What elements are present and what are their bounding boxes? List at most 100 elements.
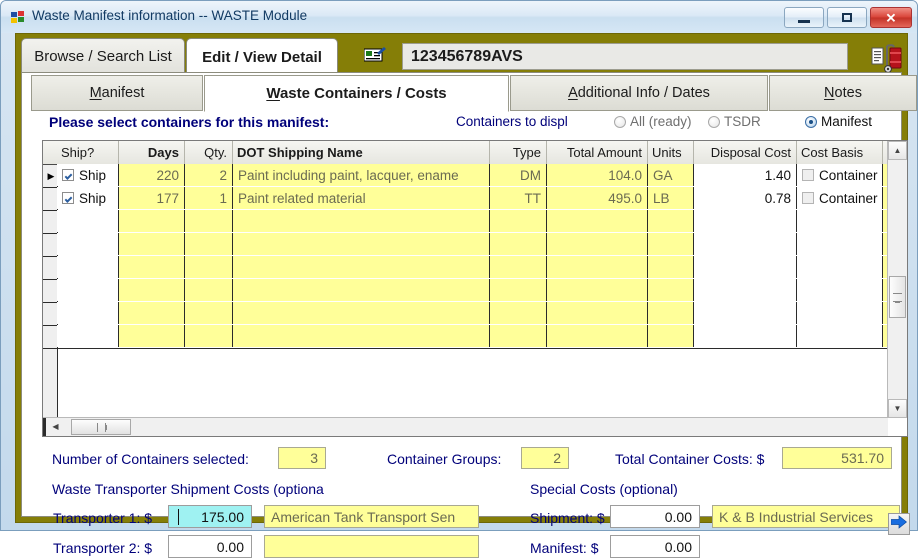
- cell-days[interactable]: [119, 233, 185, 255]
- column-header-cost-basis[interactable]: Cost Basis: [797, 141, 883, 164]
- column-header-units[interactable]: Units: [648, 141, 694, 164]
- cell-dot-shipping-name[interactable]: [233, 256, 490, 278]
- cell-qty[interactable]: [185, 325, 233, 347]
- grid-horizontal-scrollbar[interactable]: ◀: [43, 417, 888, 436]
- transporter2-name-field[interactable]: [264, 535, 479, 558]
- cell-qty[interactable]: [185, 302, 233, 324]
- cell-ship[interactable]: [57, 302, 119, 324]
- cell-disposal-cost[interactable]: [694, 210, 797, 232]
- cell-units[interactable]: LB: [648, 187, 694, 209]
- cell-days[interactable]: 177: [119, 187, 185, 209]
- cell-dot-shipping-name[interactable]: [233, 279, 490, 301]
- cell-units[interactable]: [648, 210, 694, 232]
- cell-dot-shipping-name[interactable]: [233, 302, 490, 324]
- cell-cost-basis[interactable]: [797, 279, 883, 301]
- cell-total-amount[interactable]: 104.0: [547, 164, 648, 186]
- cell-total-amount[interactable]: [547, 210, 648, 232]
- cell-type[interactable]: [490, 302, 547, 324]
- transporter1-amount-input[interactable]: 175.00: [168, 505, 252, 528]
- cell-units[interactable]: [648, 325, 694, 347]
- scroll-left-button[interactable]: ◀: [47, 418, 64, 435]
- tab-browse-search-list[interactable]: Browse / Search List: [21, 38, 185, 73]
- column-header-dot-shipping-name[interactable]: DOT Shipping Name: [233, 141, 490, 164]
- cell-type[interactable]: [490, 325, 547, 347]
- cell-dot-shipping-name[interactable]: Paint including paint, lacquer, ename: [233, 164, 490, 186]
- cell-days[interactable]: [119, 325, 185, 347]
- table-row-empty[interactable]: [43, 210, 907, 234]
- radio-manifest[interactable]: Manifest: [805, 114, 872, 129]
- transporter2-amount-input[interactable]: 0.00: [168, 535, 252, 558]
- minimize-button[interactable]: [784, 7, 824, 28]
- column-header-days[interactable]: Days: [119, 141, 185, 164]
- cell-disposal-cost[interactable]: 1.40: [694, 164, 797, 186]
- table-row-empty[interactable]: [43, 325, 907, 349]
- cell-type[interactable]: [490, 233, 547, 255]
- cell-qty[interactable]: [185, 210, 233, 232]
- cell-total-amount[interactable]: [547, 302, 648, 324]
- cell-qty[interactable]: [185, 233, 233, 255]
- cell-cost-basis[interactable]: Container: [797, 187, 883, 209]
- cell-disposal-cost[interactable]: [694, 325, 797, 347]
- waste-drum-handtruck-icon[interactable]: [871, 42, 903, 74]
- cell-ship[interactable]: Ship: [57, 187, 119, 209]
- tab-waste-containers-costs[interactable]: Waste Containers / Costs: [204, 75, 509, 112]
- column-header-type[interactable]: Type: [490, 141, 547, 164]
- containers-grid[interactable]: Ship? Days Qty. DOT Shipping Name Type T…: [42, 140, 908, 437]
- table-row[interactable]: Ship 177 1 Paint related material TT 495…: [43, 187, 907, 211]
- cell-type[interactable]: [490, 279, 547, 301]
- special-manifest-amount-input[interactable]: 0.00: [610, 535, 700, 558]
- cell-units[interactable]: [648, 256, 694, 278]
- cell-type[interactable]: TT: [490, 187, 547, 209]
- tab-manifest[interactable]: Manifest: [31, 75, 203, 111]
- cell-cost-basis[interactable]: Container: [797, 164, 883, 186]
- cell-type[interactable]: [490, 210, 547, 232]
- column-header-disposal-cost[interactable]: Disposal Cost: [694, 141, 797, 164]
- scroll-up-button[interactable]: ▲: [888, 141, 907, 160]
- cell-total-amount[interactable]: [547, 279, 648, 301]
- cost-basis-checkbox-icon[interactable]: [802, 192, 814, 204]
- column-header-total-amount[interactable]: Total Amount: [547, 141, 648, 164]
- table-row-empty[interactable]: [43, 256, 907, 280]
- cell-dot-shipping-name[interactable]: [233, 233, 490, 255]
- cell-cost-basis[interactable]: [797, 256, 883, 278]
- cell-cost-basis[interactable]: [797, 233, 883, 255]
- cell-days[interactable]: [119, 210, 185, 232]
- cell-disposal-cost[interactable]: [694, 256, 797, 278]
- cell-qty[interactable]: 1: [185, 187, 233, 209]
- special-shipment-amount-input[interactable]: 0.00: [610, 505, 700, 528]
- column-header-qty[interactable]: Qty.: [185, 141, 233, 164]
- maximize-button[interactable]: [827, 7, 867, 28]
- cell-units[interactable]: [648, 302, 694, 324]
- cell-qty[interactable]: [185, 256, 233, 278]
- cell-cost-basis[interactable]: [797, 302, 883, 324]
- cell-disposal-cost[interactable]: [694, 279, 797, 301]
- ship-checkbox-icon[interactable]: [62, 169, 74, 181]
- vertical-scrollbar-thumb[interactable]: [889, 276, 906, 318]
- tab-notes[interactable]: Notes: [769, 75, 917, 111]
- goto-vendor-button[interactable]: [888, 513, 910, 535]
- special-shipment-vendor-field[interactable]: K & B Industrial Services: [712, 505, 900, 528]
- cell-units[interactable]: GA: [648, 164, 694, 186]
- cell-units[interactable]: [648, 233, 694, 255]
- tab-edit-view-detail[interactable]: Edit / View Detail: [186, 38, 338, 76]
- table-row[interactable]: Ship 220 2 Paint including paint, lacque…: [43, 164, 907, 188]
- cell-units[interactable]: [648, 279, 694, 301]
- table-row-empty[interactable]: [43, 279, 907, 303]
- cell-qty[interactable]: [185, 279, 233, 301]
- scroll-down-button[interactable]: ▼: [888, 399, 907, 418]
- column-header-ship[interactable]: Ship?: [57, 141, 119, 164]
- cell-days[interactable]: [119, 279, 185, 301]
- cell-total-amount[interactable]: [547, 325, 648, 347]
- grid-vertical-scrollbar[interactable]: ▲ ▼: [887, 141, 907, 418]
- cell-dot-shipping-name[interactable]: Paint related material: [233, 187, 490, 209]
- table-row-empty[interactable]: [43, 233, 907, 257]
- cell-disposal-cost[interactable]: [694, 233, 797, 255]
- cell-total-amount[interactable]: [547, 256, 648, 278]
- close-button[interactable]: ✕: [870, 7, 912, 28]
- cell-days[interactable]: [119, 302, 185, 324]
- cell-dot-shipping-name[interactable]: [233, 325, 490, 347]
- cell-days[interactable]: [119, 256, 185, 278]
- cell-disposal-cost[interactable]: 0.78: [694, 187, 797, 209]
- cell-disposal-cost[interactable]: [694, 302, 797, 324]
- radio-all-ready[interactable]: All (ready): [614, 114, 692, 129]
